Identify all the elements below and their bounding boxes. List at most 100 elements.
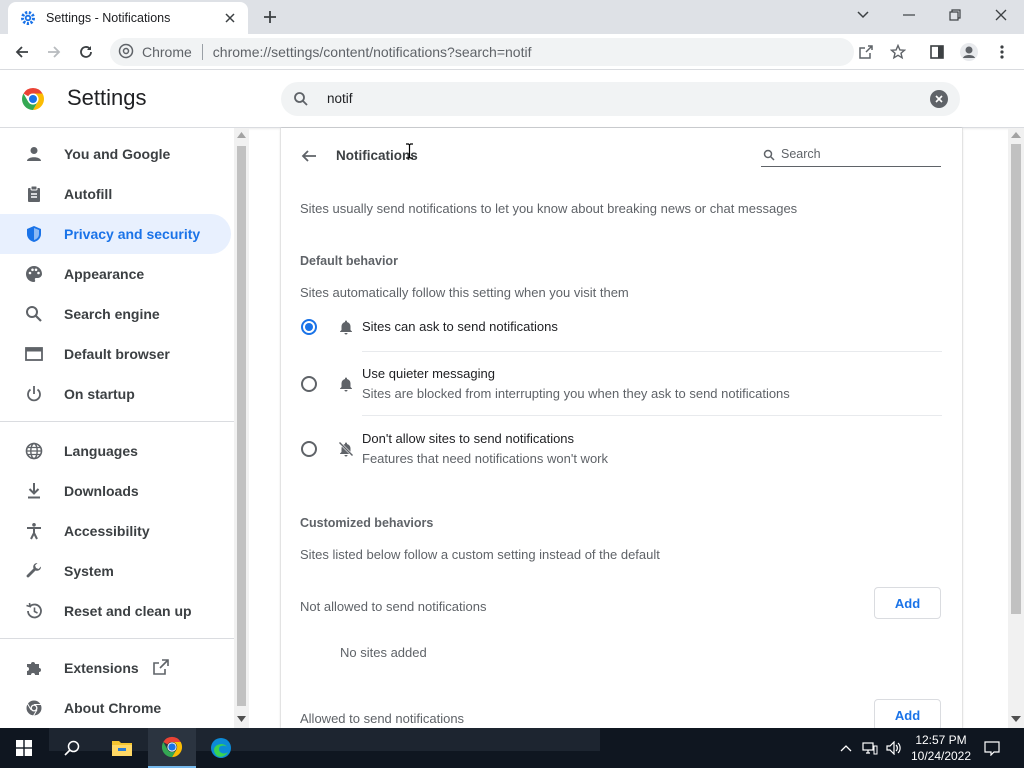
site-chip: Chrome xyxy=(142,44,192,60)
sidebar-item-label: Accessibility xyxy=(64,523,150,539)
new-tab-icon[interactable] xyxy=(259,6,281,28)
sidebar-item-label: System xyxy=(64,563,114,579)
side-panel-icon[interactable] xyxy=(925,40,949,64)
default-behavior-description: Sites automatically follow this setting … xyxy=(300,285,629,300)
sidebar-item-default-browser[interactable]: Default browser xyxy=(0,334,231,374)
chevron-up-icon[interactable] xyxy=(838,728,854,768)
sidebar-item-about-chrome[interactable]: About Chrome xyxy=(0,688,231,728)
person-icon xyxy=(24,144,44,164)
minimize-icon[interactable] xyxy=(895,4,923,26)
browser-toolbar: Chrome chrome://settings/content/notific… xyxy=(0,34,1024,70)
settings-search-value[interactable]: notif xyxy=(327,91,353,106)
default-behavior-heading: Default behavior xyxy=(300,254,398,268)
more-menu-icon[interactable] xyxy=(990,40,1014,64)
sidebar-item-reset-and-clean-up[interactable]: Reset and clean up xyxy=(0,591,231,631)
customized-behaviors-description: Sites listed below follow a custom setti… xyxy=(300,547,660,562)
page-scrollbar[interactable] xyxy=(1008,128,1024,728)
scrollbar-thumb[interactable] xyxy=(1011,144,1021,614)
omnibox-separator xyxy=(201,44,203,60)
scroll-down-icon[interactable] xyxy=(1011,716,1021,722)
sidebar-item-search-engine[interactable]: Search engine xyxy=(0,294,231,334)
bookmark-star-icon[interactable] xyxy=(886,40,910,64)
customized-behaviors-heading: Customized behaviors xyxy=(300,516,434,530)
sidebar-item-accessibility[interactable]: Accessibility xyxy=(0,511,231,551)
back-arrow-icon[interactable] xyxy=(299,146,319,166)
radio-dont-allow[interactable] xyxy=(301,441,317,457)
back-icon[interactable] xyxy=(10,40,34,64)
intro-text: Sites usually send notifications to let … xyxy=(300,201,798,216)
wrench-icon xyxy=(24,561,44,581)
edge-icon[interactable] xyxy=(197,728,245,768)
option-sublabel: Sites are blocked from interrupting you … xyxy=(362,386,790,401)
accessibility-icon xyxy=(24,521,44,541)
page-search-placeholder: Search xyxy=(781,147,821,161)
add-allowed-button[interactable]: Add xyxy=(874,699,941,731)
address-bar[interactable]: Chrome chrome://settings/content/notific… xyxy=(110,38,854,66)
url-text[interactable]: chrome://settings/content/notifications?… xyxy=(213,44,532,60)
share-icon[interactable] xyxy=(854,40,878,64)
download-icon xyxy=(24,481,44,501)
search-icon xyxy=(24,304,44,324)
chrome-taskbar-icon[interactable] xyxy=(148,728,196,768)
sidebar-divider xyxy=(0,638,234,639)
search-icon xyxy=(763,149,775,164)
close-window-icon[interactable] xyxy=(987,4,1015,26)
add-not-allowed-button[interactable]: Add xyxy=(874,587,941,619)
option-label: Use quieter messaging xyxy=(362,366,495,381)
option-sublabel: Features that need notifications won't w… xyxy=(362,451,609,466)
scrollbar-thumb[interactable] xyxy=(237,146,246,706)
bell-icon xyxy=(338,319,354,335)
option-divider xyxy=(362,351,942,352)
radio-quieter-messaging[interactable] xyxy=(301,376,317,392)
allowed-label: Allowed to send notifications xyxy=(300,711,465,726)
sidebar-item-languages[interactable]: Languages xyxy=(0,431,231,471)
sidebar-item-system[interactable]: System xyxy=(0,551,231,591)
search-icon[interactable] xyxy=(48,728,96,768)
gear-icon xyxy=(20,10,36,26)
notification-center-icon[interactable] xyxy=(980,728,1004,768)
tab-search-icon[interactable] xyxy=(849,4,877,26)
close-tab-icon[interactable] xyxy=(220,8,240,28)
sidebar-item-on-startup[interactable]: On startup xyxy=(0,374,231,414)
settings-title: Settings xyxy=(67,85,147,110)
sidebar-item-downloads[interactable]: Downloads xyxy=(0,471,231,511)
scroll-up-icon[interactable] xyxy=(1011,132,1021,138)
sidebar-item-autofill[interactable]: Autofill xyxy=(0,174,231,214)
reload-icon[interactable] xyxy=(74,40,98,64)
clear-search-icon[interactable] xyxy=(930,90,948,108)
option-divider xyxy=(362,415,942,416)
scroll-down-icon[interactable] xyxy=(237,716,246,722)
sidebar-divider xyxy=(0,421,234,422)
file-explorer-icon[interactable] xyxy=(98,728,146,768)
sidebar-scrollbar[interactable] xyxy=(234,128,249,728)
forward-icon[interactable] xyxy=(42,40,66,64)
network-icon[interactable] xyxy=(860,728,880,768)
clipboard-icon xyxy=(24,184,44,204)
sidebar-item-label: Autofill xyxy=(64,186,113,202)
radio-sites-can-ask[interactable] xyxy=(301,319,317,335)
option-label: Don't allow sites to send notifications xyxy=(362,431,575,446)
page-search-input[interactable]: Search xyxy=(761,145,941,167)
sidebar-item-extensions[interactable]: Extensions xyxy=(0,648,231,688)
sidebar-item-privacy-and-security[interactable]: Privacy and security xyxy=(0,214,231,254)
sidebar-item-label: You and Google xyxy=(64,146,171,162)
shield-icon xyxy=(24,224,44,244)
scroll-up-icon[interactable] xyxy=(237,132,246,138)
tab-title: Settings - Notifications xyxy=(46,11,171,25)
sidebar-item-label: Search engine xyxy=(64,306,160,322)
text-cursor-icon xyxy=(406,143,413,159)
tab-settings[interactable]: Settings - Notifications xyxy=(8,2,248,34)
windows-start-icon[interactable] xyxy=(0,728,48,768)
profile-avatar-icon[interactable] xyxy=(957,40,981,64)
globe-icon xyxy=(24,441,44,461)
settings-search-input[interactable]: notif xyxy=(281,82,960,116)
sidebar-item-label: Privacy and security xyxy=(64,226,201,242)
puzzle-icon xyxy=(24,658,44,678)
sidebar-item-appearance[interactable]: Appearance xyxy=(0,254,231,294)
browser-icon xyxy=(24,344,44,364)
sidebar-item-you-and-google[interactable]: You and Google xyxy=(0,134,231,174)
volume-icon[interactable] xyxy=(884,728,904,768)
tab-strip: Settings - Notifications xyxy=(0,0,1024,34)
taskbar-clock[interactable]: 12:57 PM 10/24/2022 xyxy=(906,732,976,764)
restore-icon[interactable] xyxy=(941,4,969,26)
